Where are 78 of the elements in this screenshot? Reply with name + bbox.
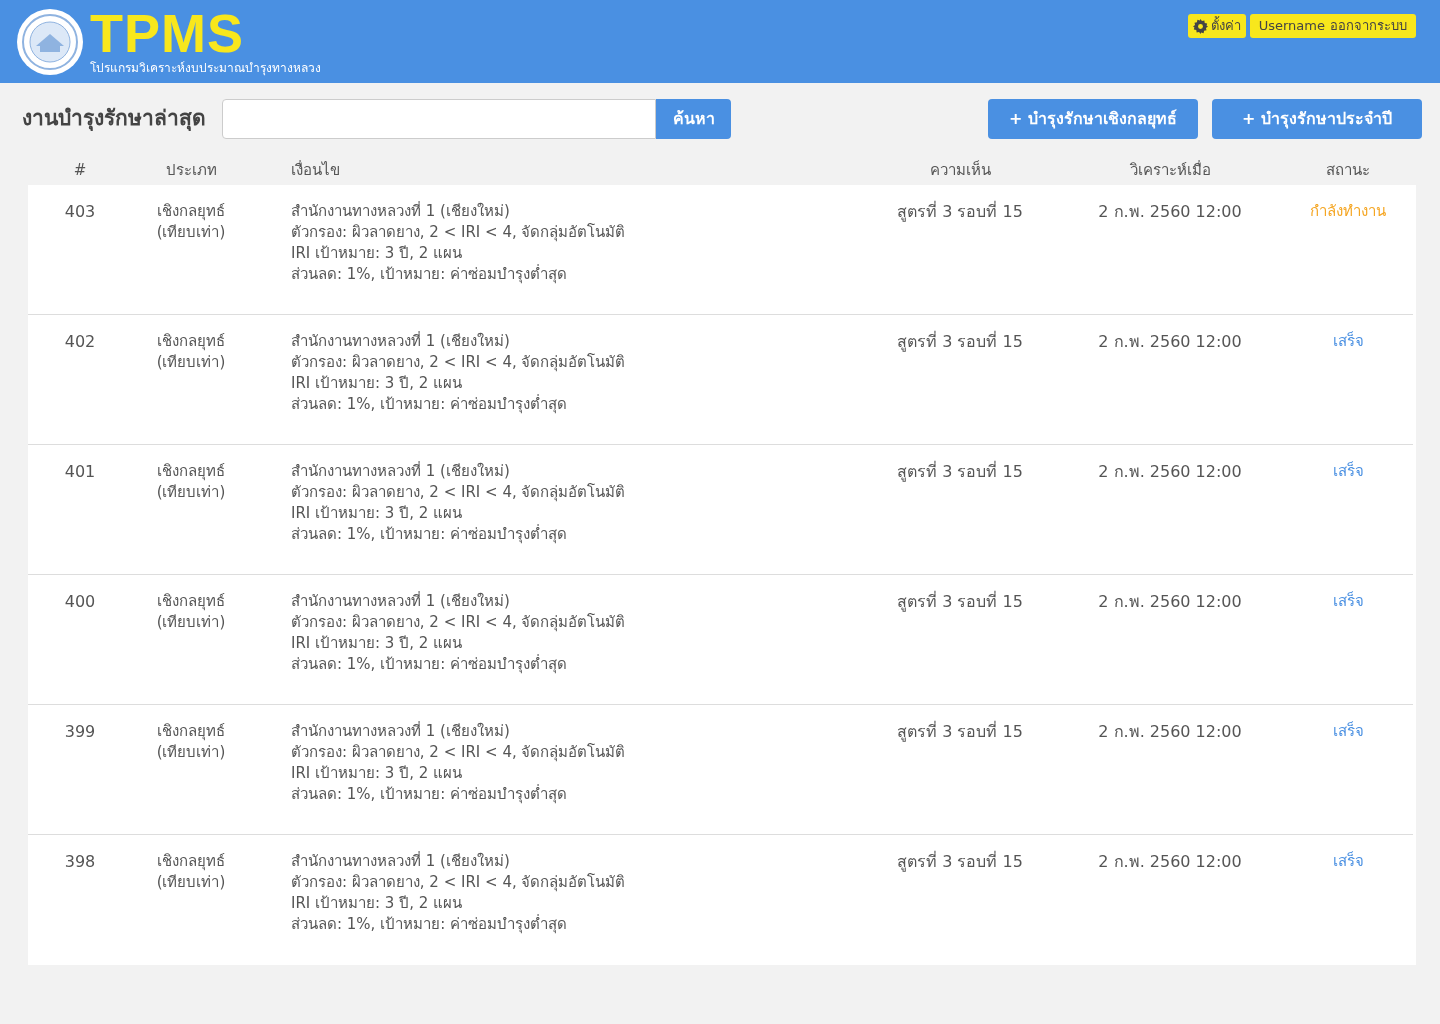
id-cell-text: 398 <box>63 851 97 873</box>
type-text: (เทียบเท่า) <box>156 482 226 503</box>
comment-cell-text: สูตรที่ 3 รอบที่ 15 <box>896 851 1024 874</box>
condition-text: IRI เป้าหมาย: 3 ปี, 2 แผน <box>291 243 464 264</box>
status-text: เสร็จ <box>1331 461 1365 482</box>
type-text: เชิงกลยุทธ์ <box>157 201 225 222</box>
condition-text: สำนักงานทางหลวงที่ 1 (เชียงใหม่) <box>291 721 511 742</box>
condition-text: IRI เป้าหมาย: 3 ปี, 2 แผน <box>291 373 464 394</box>
type-text: (เทียบเท่า) <box>156 352 226 373</box>
type-text: (เทียบเท่า) <box>156 222 226 243</box>
add-maintenance-button[interactable]: + บำรุงรักษาเชิงกลยุทธ์ <box>988 99 1198 139</box>
condition-text: IRI เป้าหมาย: 3 ปี, 2 แผน <box>291 503 464 524</box>
settings-button[interactable]: ตั้งค่า <box>1187 14 1246 38</box>
id-cell-text: 402 <box>63 331 97 353</box>
column-header: เงื่อนไข <box>290 159 341 181</box>
condition-text: IRI เป้าหมาย: 3 ปี, 2 แผน <box>291 633 464 654</box>
comment-cell-text: สูตรที่ 3 รอบที่ 15 <box>896 331 1024 354</box>
comment-cell-text: สูตรที่ 3 รอบที่ 15 <box>896 721 1024 744</box>
condition-text: ตัวกรอง: ผิวลาดยาง, 2 < IRI < 4, จัดกลุ่มอัตโนมัติ <box>291 612 627 633</box>
condition-text: ส่วนลด: 1%, เป้าหมาย: ค่าซ่อมบำรุงต่ำสุด <box>291 784 568 805</box>
condition-text: สำนักงานทางหลวงที่ 1 (เชียงใหม่) <box>291 591 511 612</box>
condition-text: ตัวกรอง: ผิวลาดยาง, 2 < IRI < 4, จัดกลุ่มอัตโนมัติ <box>291 222 627 243</box>
emblem-icon <box>16 8 84 76</box>
analyzed-date-cell-text: 2 ก.พ. 2560 12:00 <box>1097 851 1243 873</box>
condition-text: IRI เป้าหมาย: 3 ปี, 2 แผน <box>291 893 464 914</box>
type-text: เชิงกลยุทธ์ <box>157 591 225 612</box>
status-text: เสร็จ <box>1331 591 1365 612</box>
page-title: งานบำรุงรักษาล่าสุด <box>22 105 206 133</box>
analyzed-date-cell-text: 2 ก.พ. 2560 12:00 <box>1097 201 1243 223</box>
type-text: (เทียบเท่า) <box>156 612 226 633</box>
status-text: เสร็จ <box>1331 851 1365 872</box>
gear-icon <box>1192 18 1208 34</box>
condition-text: ส่วนลด: 1%, เป้าหมาย: ค่าซ่อมบำรุงต่ำสุด <box>291 524 568 545</box>
status-text: กำลังทำงาน <box>1309 201 1387 222</box>
column-header: สถานะ <box>1325 159 1371 181</box>
status-text: เสร็จ <box>1331 331 1365 352</box>
condition-text: สำนักงานทางหลวงที่ 1 (เชียงใหม่) <box>291 461 511 482</box>
condition-text: ส่วนลด: 1%, เป้าหมาย: ค่าซ่อมบำรุงต่ำสุด <box>291 394 568 415</box>
column-header: วิเคราะห์เมื่อ <box>1128 159 1212 181</box>
condition-text: IRI เป้าหมาย: 3 ปี, 2 แผน <box>291 763 464 784</box>
type-text: (เทียบเท่า) <box>156 872 226 893</box>
username-text: Username <box>1258 17 1325 36</box>
search-button[interactable]: ค้นหา <box>656 99 731 139</box>
type-text: เชิงกลยุทธ์ <box>157 851 225 872</box>
analyzed-date-cell-text: 2 ก.พ. 2560 12:00 <box>1097 591 1243 613</box>
analyzed-date-cell-text: 2 ก.พ. 2560 12:00 <box>1097 461 1243 483</box>
type-text: (เทียบเท่า) <box>156 742 226 763</box>
search-field[interactable] <box>222 99 656 139</box>
comment-cell-text: สูตรที่ 3 รอบที่ 15 <box>896 591 1024 614</box>
condition-text: สำนักงานทางหลวงที่ 1 (เชียงใหม่) <box>291 851 511 872</box>
column-header: # <box>72 159 88 181</box>
condition-text: ตัวกรอง: ผิวลาดยาง, 2 < IRI < 4, จัดกลุ่มอัตโนมัติ <box>291 352 627 373</box>
logo-text: TPMS <box>90 8 244 58</box>
condition-text: สำนักงานทางหลวงที่ 1 (เชียงใหม่) <box>291 331 511 352</box>
add-maintenance-button[interactable]: + บำรุงรักษาประจำปี <box>1212 99 1422 139</box>
condition-text: ตัวกรอง: ผิวลาดยาง, 2 < IRI < 4, จัดกลุ่มอัตโนมัติ <box>291 742 627 763</box>
condition-text: ส่วนลด: 1%, เป้าหมาย: ค่าซ่อมบำรุงต่ำสุด <box>291 914 568 935</box>
condition-text: ส่วนลด: 1%, เป้าหมาย: ค่าซ่อมบำรุงต่ำสุด <box>291 264 568 285</box>
analyzed-date-cell-text: 2 ก.พ. 2560 12:00 <box>1097 331 1243 353</box>
type-text: เชิงกลยุทธ์ <box>157 331 225 352</box>
id-cell-text: 400 <box>63 591 97 613</box>
type-text: เชิงกลยุทธ์ <box>157 721 225 742</box>
logout-link[interactable]: ออกจากระบบ <box>1330 16 1407 36</box>
column-header: ความเห็น <box>928 159 992 181</box>
status-text: เสร็จ <box>1331 721 1365 742</box>
id-cell-text: 403 <box>63 201 97 223</box>
comment-cell-text: สูตรที่ 3 รอบที่ 15 <box>896 461 1024 484</box>
id-cell-text: 401 <box>63 461 97 483</box>
condition-text: ตัวกรอง: ผิวลาดยาง, 2 < IRI < 4, จัดกลุ่มอัตโนมัติ <box>291 872 627 893</box>
app-subtitle: โปรแกรมวิเคราะห์งบประมาณบำรุงทางหลวง <box>90 60 321 76</box>
analyzed-date-cell-text: 2 ก.พ. 2560 12:00 <box>1097 721 1243 743</box>
condition-text: ส่วนลด: 1%, เป้าหมาย: ค่าซ่อมบำรุงต่ำสุด <box>291 654 568 675</box>
type-text: เชิงกลยุทธ์ <box>157 461 225 482</box>
column-header: ประเภท <box>164 159 218 181</box>
condition-text: ตัวกรอง: ผิวลาดยาง, 2 < IRI < 4, จัดกลุ่มอัตโนมัติ <box>291 482 627 503</box>
comment-cell-text: สูตรที่ 3 รอบที่ 15 <box>896 201 1024 224</box>
condition-text: สำนักงานทางหลวงที่ 1 (เชียงใหม่) <box>291 201 511 222</box>
id-cell-text: 399 <box>63 721 97 743</box>
